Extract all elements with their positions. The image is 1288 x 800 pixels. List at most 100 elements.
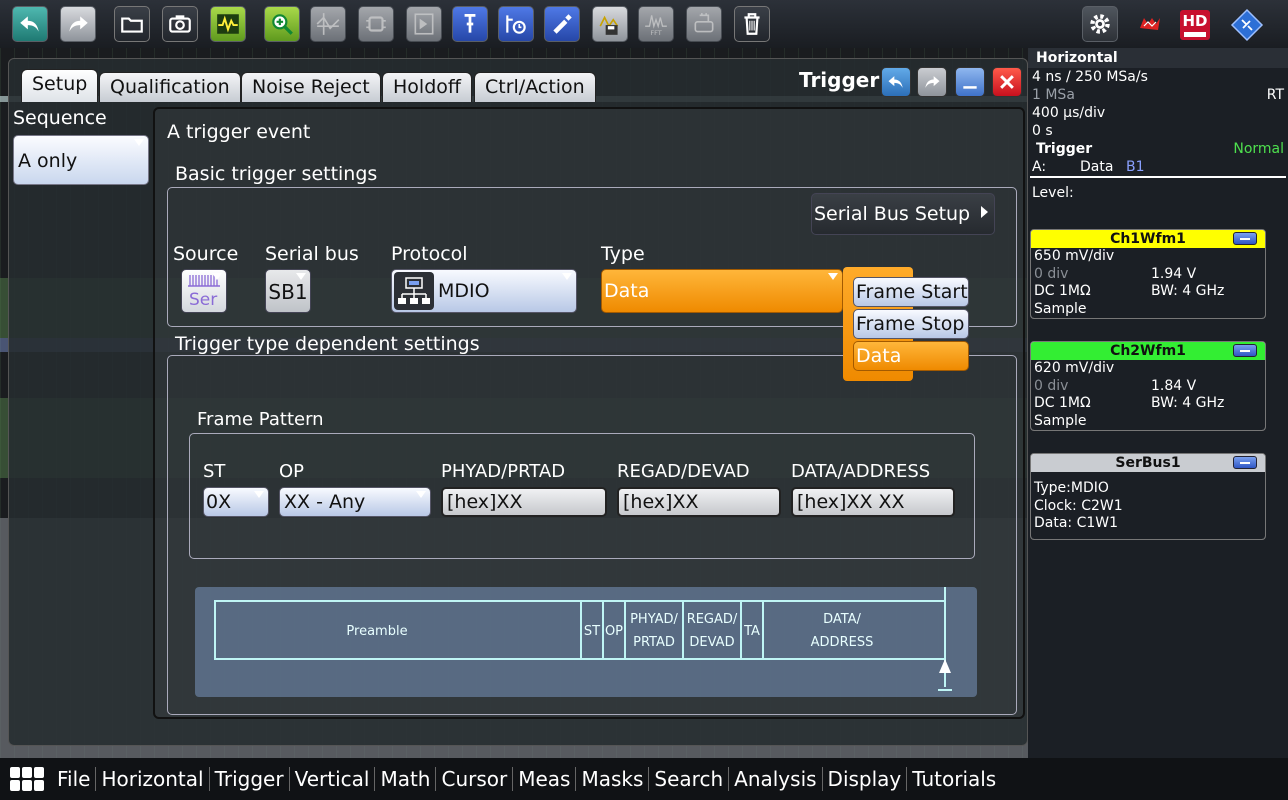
serial-bus-value: SB1 [268, 280, 308, 304]
type-option-frame-stop[interactable]: Frame Stop [853, 309, 969, 339]
hd-icon[interactable]: HD [1180, 10, 1210, 40]
menu-meas[interactable]: Meas [512, 767, 575, 791]
chip-icon [366, 16, 386, 32]
ch2-info-box[interactable]: Ch2Wfm1 620 mV/div 0 div 1.84 V DC 1MΩ BW:… [1030, 341, 1266, 431]
screenshot-button[interactable] [162, 6, 198, 42]
menu-vertical[interactable]: Vertical [288, 767, 375, 791]
settings-button[interactable] [1082, 6, 1118, 42]
menu-display[interactable]: Display [821, 767, 907, 791]
trigger-dialog: Setup Qualification Noise Reject Holdoff… [8, 58, 1028, 746]
network-icon [394, 272, 434, 310]
st-value: 0X [206, 491, 232, 513]
ch2-coupling: DC 1MΩ [1034, 395, 1091, 411]
menu-cursor[interactable]: Cursor [435, 767, 512, 791]
undo-button[interactable] [12, 6, 48, 42]
tab-noise-reject[interactable]: Noise Reject [241, 72, 381, 102]
print-icon [694, 13, 714, 33]
dialog-close-button[interactable] [992, 67, 1022, 97]
protocol-select[interactable]: MDIO [391, 269, 577, 313]
serial-bus-select[interactable]: SB1 [265, 269, 311, 313]
marker-button[interactable] [452, 6, 488, 42]
ch1-title: Ch1Wfm1 [1110, 231, 1186, 247]
menu-horizontal[interactable]: Horizontal [95, 767, 208, 791]
minimize-icon[interactable] [1233, 232, 1257, 245]
protocol-value: MDIO [438, 280, 490, 302]
autoset-icon [217, 14, 239, 34]
tab-ctrl-action[interactable]: Ctrl/Action [474, 72, 596, 102]
dialog-undo-button[interactable] [881, 67, 911, 97]
source-select[interactable]: Ser [181, 269, 227, 313]
histogram-button[interactable] [498, 6, 534, 42]
type-option-data[interactable]: Data [853, 341, 969, 371]
horizontal-scale: 400 µs/div [1032, 105, 1106, 121]
data-address-input[interactable]: [hex]XX XX [791, 487, 955, 517]
ch1-info-box[interactable]: Ch1Wfm1 650 mV/div 0 div 1.94 V DC 1MΩ BW:… [1030, 229, 1266, 319]
dialog-title: Trigger [799, 68, 880, 92]
serbus-clock: Clock: C2W1 [1034, 497, 1123, 514]
serbus-data: Data: C1W1 [1034, 515, 1119, 531]
record-length: 1 MSa [1032, 87, 1075, 103]
save-button[interactable] [592, 6, 628, 42]
op-select[interactable]: XX - Any [279, 487, 431, 517]
histogram-icon [506, 15, 526, 34]
chevron-down-icon [212, 273, 222, 280]
trigger-info[interactable]: Trigger Normal A: Data B1 [1030, 140, 1286, 178]
minimize-icon[interactable] [1233, 456, 1257, 469]
autoset-button[interactable] [210, 6, 246, 42]
delete-button[interactable] [734, 6, 770, 42]
undo-icon [20, 16, 39, 32]
menu-masks[interactable]: Masks [575, 767, 648, 791]
ch1-acq: Sample [1034, 300, 1087, 317]
tab-setup[interactable]: Setup [21, 69, 99, 102]
sequence-select[interactable]: A only [13, 135, 149, 185]
ch2-bw: BW: 4 GHz [1151, 395, 1225, 411]
ch2-title: Ch2Wfm1 [1110, 343, 1186, 359]
print-button[interactable] [686, 6, 722, 42]
ch2-offset: 0 div [1034, 377, 1069, 394]
tab-holdoff[interactable]: Holdoff [382, 72, 472, 102]
dialog-redo-button[interactable] [917, 67, 947, 97]
open-button[interactable] [114, 6, 150, 42]
chevron-down-icon [254, 491, 264, 498]
regad-input[interactable]: [hex]XX [617, 487, 781, 517]
menu-math[interactable]: Math [374, 767, 435, 791]
data-address-label: DATA/ADDRESS [791, 461, 931, 482]
tab-qualification[interactable]: Qualification [99, 72, 241, 102]
diagram-ta: TA [743, 624, 760, 639]
st-select[interactable]: 0X [203, 487, 269, 517]
chip-button[interactable] [358, 6, 394, 42]
serbus-info-box[interactable]: SerBus1 Type:MDIO Clock: C2W1 Data: C1W1 [1030, 453, 1266, 540]
menu-file[interactable]: File [52, 767, 95, 791]
cursor-icon [316, 13, 340, 35]
diagram-st: ST [584, 624, 600, 639]
ch1-bw: BW: 4 GHz [1151, 283, 1225, 299]
ch2-scale: 620 mV/div [1034, 360, 1115, 376]
frame-pattern-title: Frame Pattern [197, 409, 324, 430]
horizontal-title[interactable]: Horizontal [1028, 48, 1288, 68]
menu-trigger[interactable]: Trigger [208, 767, 289, 791]
apps-grid-icon[interactable] [10, 767, 46, 791]
diagram-phyad: PHYAD/ [630, 612, 678, 627]
diagram-regad: REGAD/ [687, 612, 738, 627]
save-icon [599, 15, 619, 35]
ch2-position: 1.84 V [1151, 377, 1197, 394]
type-select[interactable]: Data [601, 269, 843, 313]
redo-button[interactable] [60, 6, 96, 42]
minimize-icon[interactable] [1233, 344, 1257, 357]
zoom-button[interactable] [264, 6, 300, 42]
menu-bar: File Horizontal Trigger Vertical Math Cu… [0, 758, 1288, 800]
pen-button[interactable] [544, 6, 580, 42]
menu-analysis[interactable]: Analysis [728, 767, 821, 791]
ch2-acq: Sample [1034, 412, 1087, 429]
type-option-frame-start[interactable]: Frame Start [853, 277, 969, 307]
dependent-settings-title: Trigger type dependent settings [175, 333, 480, 355]
mask-button[interactable] [406, 6, 442, 42]
phyad-input[interactable]: [hex]XX [441, 487, 607, 517]
menu-tutorials[interactable]: Tutorials [906, 767, 1001, 791]
fft-button[interactable]: FFT [638, 6, 674, 42]
menu-search[interactable]: Search [648, 767, 728, 791]
trigger-source-type: Data [1080, 159, 1114, 175]
serial-bus-setup-button[interactable]: Serial Bus Setup [811, 193, 995, 235]
cursor-button[interactable] [310, 6, 346, 42]
dialog-minimize-button[interactable] [955, 67, 985, 97]
